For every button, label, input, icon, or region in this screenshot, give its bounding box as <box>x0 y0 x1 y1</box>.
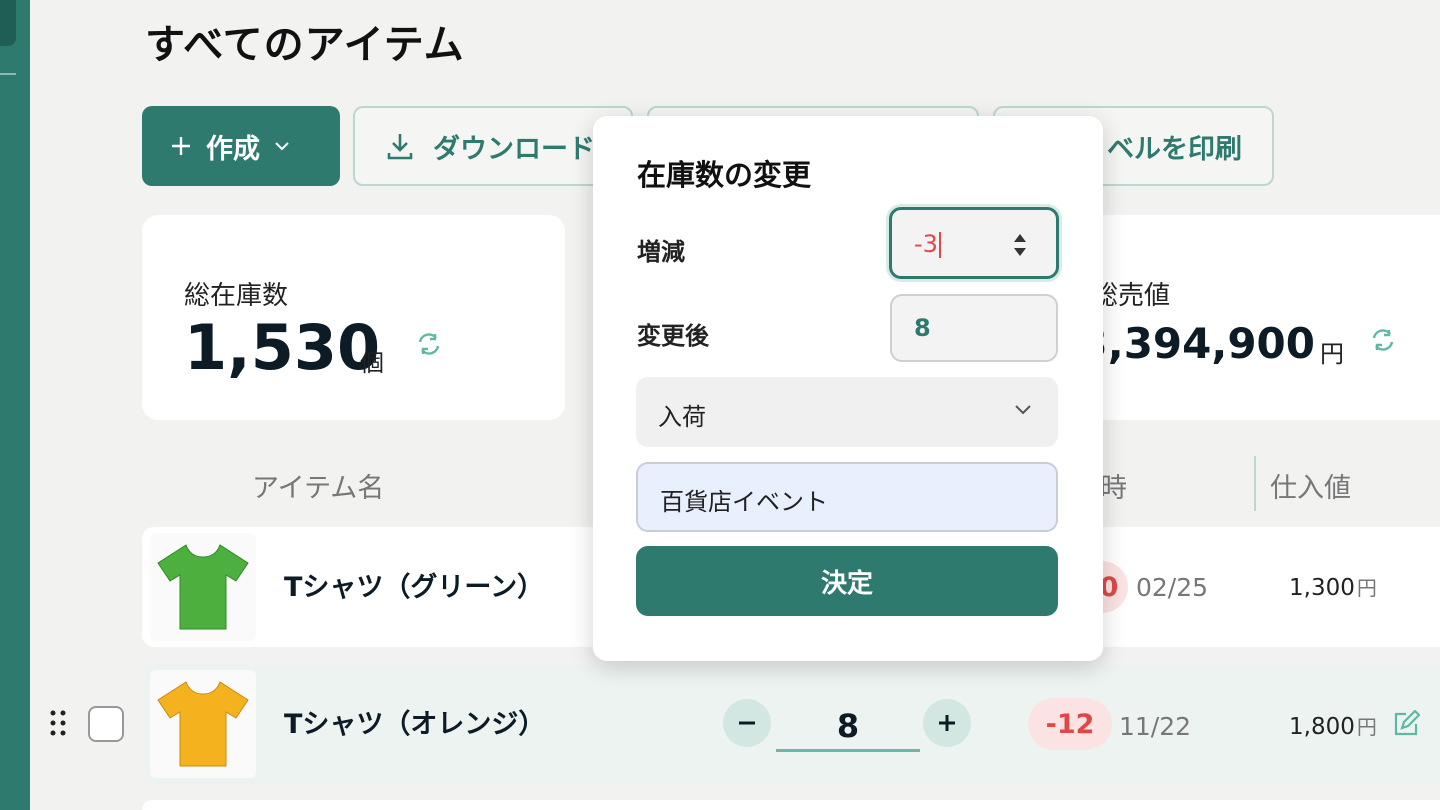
print-labels-button-label: ベルを印刷 <box>1107 133 1242 165</box>
reason-select-value: 入荷 <box>658 403 706 431</box>
sidebar-active-tab[interactable] <box>0 0 16 46</box>
chevron-down-icon <box>1015 405 1031 415</box>
updated-date: 02/25 <box>1136 573 1209 602</box>
page-title: すべてのアイテム <box>145 22 465 68</box>
cost-price: 1,800 円 <box>1289 714 1377 740</box>
sidebar-divider <box>0 73 16 75</box>
refresh-icon[interactable] <box>1369 326 1397 354</box>
quantity-stepper[interactable]: 8 <box>776 700 920 752</box>
row-checkbox[interactable] <box>88 706 124 742</box>
delta-label: 増減 <box>637 238 685 266</box>
item-thumbnail <box>150 533 256 641</box>
memo-input-value: 百貨店イベント <box>660 488 828 516</box>
total-sales-unit: 円 <box>1320 340 1344 368</box>
download-button[interactable]: ダウンロード <box>353 106 633 186</box>
delta-input-value: -3 <box>914 230 941 258</box>
total-stock-card: 総在庫数 1,530 個 <box>142 215 565 420</box>
drag-handle-icon[interactable] <box>48 708 68 738</box>
minus-icon <box>739 721 755 725</box>
decrement-button[interactable] <box>723 699 771 747</box>
plus-icon <box>939 715 955 731</box>
table-row[interactable] <box>142 800 1440 810</box>
submit-button[interactable]: 決定 <box>636 546 1058 616</box>
tshirt-icon <box>157 681 249 767</box>
create-button-label: 作成 <box>206 133 260 165</box>
refresh-icon[interactable] <box>415 330 443 358</box>
plus-icon <box>172 137 190 155</box>
reason-select[interactable]: 入荷 <box>636 377 1058 447</box>
column-header-name[interactable]: アイテム名 <box>252 466 384 505</box>
popover-title: 在庫数の変更 <box>637 158 812 192</box>
column-divider <box>1254 456 1256 511</box>
stock-change-popover: 在庫数の変更 増減 -3 変更後 8 入荷 百貨店イベント 決定 <box>593 116 1103 661</box>
total-sales-label: 総売値 <box>1092 281 1171 311</box>
increment-button[interactable] <box>923 699 971 747</box>
edit-icon[interactable] <box>1392 710 1420 738</box>
cost-price: 1,300 円 <box>1289 575 1377 601</box>
download-button-label: ダウンロード <box>433 133 595 165</box>
item-name[interactable]: Tシャツ（グリーン） <box>284 565 544 604</box>
after-value: 8 <box>914 314 931 342</box>
tshirt-icon <box>157 544 249 630</box>
create-button[interactable]: 作成 <box>142 106 340 186</box>
total-stock-unit: 個 <box>360 349 384 377</box>
spinner-arrows-icon[interactable] <box>1012 230 1028 260</box>
memo-input[interactable]: 百貨店イベント <box>636 462 1058 532</box>
stock-diff-badge: -12 <box>1028 698 1112 750</box>
after-label: 変更後 <box>637 322 709 350</box>
total-stock-value: 1,530 <box>184 311 381 384</box>
column-header-cost[interactable]: 仕入値 <box>1270 466 1351 505</box>
sidebar <box>0 0 30 810</box>
total-sales-card: 総売値 23,394,900 円 <box>1080 215 1440 420</box>
item-thumbnail <box>150 670 256 778</box>
download-icon <box>387 134 413 160</box>
updated-date: 11/22 <box>1119 712 1192 741</box>
column-header-time[interactable]: 時 <box>1100 466 1127 505</box>
total-stock-label: 総在庫数 <box>184 281 289 311</box>
after-value-field[interactable]: 8 <box>890 294 1058 362</box>
item-name[interactable]: Tシャツ（オレンジ） <box>284 702 545 741</box>
total-sales-value: 23,394,900 <box>1080 319 1315 368</box>
delta-input[interactable]: -3 <box>889 207 1059 279</box>
chevron-down-icon <box>275 142 289 151</box>
